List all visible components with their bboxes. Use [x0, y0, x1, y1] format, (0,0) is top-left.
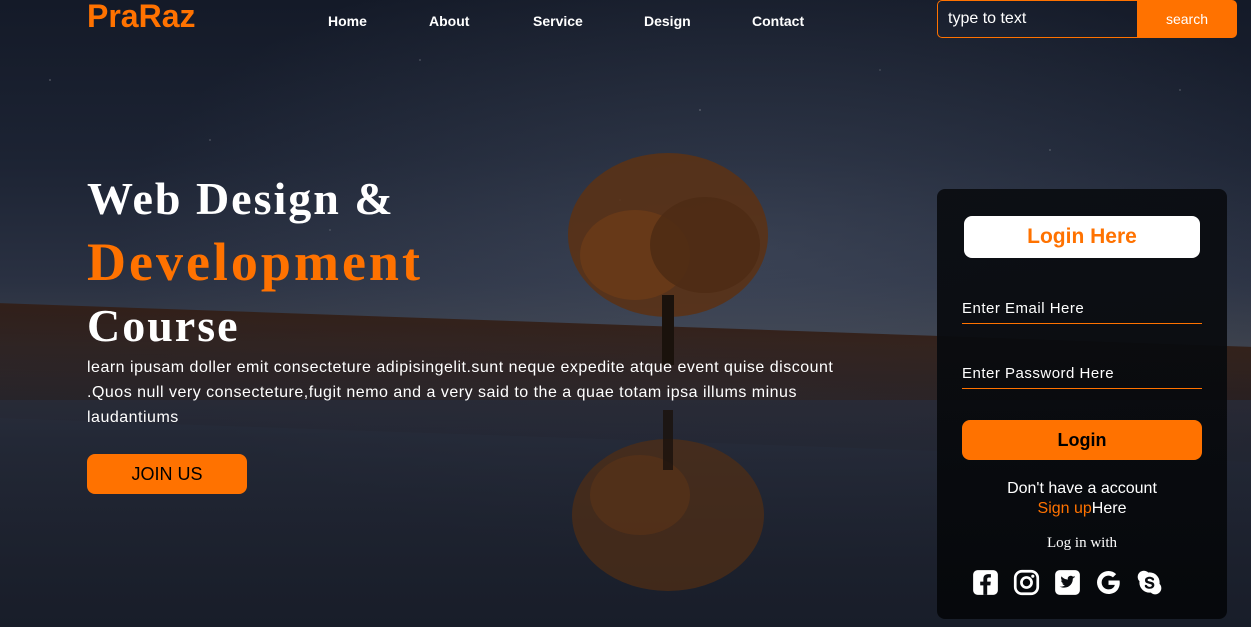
social-icons [972, 569, 1163, 596]
site-logo[interactable]: PraRaz [87, 0, 196, 35]
hero-title-line2: Development [87, 232, 423, 292]
social-login-title: Log in with [1047, 535, 1117, 551]
login-button[interactable]: Login [962, 420, 1202, 460]
nav-contact[interactable]: Contact [752, 13, 804, 29]
facebook-icon[interactable] [972, 569, 999, 596]
hero-title-line1: Web Design & [87, 173, 395, 224]
instagram-icon[interactable] [1013, 569, 1040, 596]
nav-design[interactable]: Design [644, 13, 691, 29]
nav-home[interactable]: Home [328, 13, 367, 29]
nav-about[interactable]: About [429, 13, 469, 29]
nav-service[interactable]: Service [533, 13, 583, 29]
join-us-button[interactable]: JOIN US [87, 454, 247, 494]
twitter-icon[interactable] [1054, 569, 1081, 596]
login-heading: Login Here [964, 216, 1200, 258]
email-field[interactable] [962, 294, 1202, 324]
signup-link[interactable]: Sign up [1038, 500, 1092, 517]
site-header: PraRaz Home About Service Design Contact… [0, 0, 1251, 40]
hero-title: Web Design & Development Course [87, 170, 423, 356]
no-account-text: Don't have a account [1007, 480, 1157, 497]
google-icon[interactable] [1095, 569, 1122, 596]
signup-suffix: Here [1091, 500, 1127, 517]
hero-title-line3: Course [87, 300, 240, 351]
search-input[interactable] [937, 0, 1137, 38]
password-field[interactable] [962, 359, 1202, 389]
hero-description: learn ipusam doller emit consecteture ad… [87, 359, 834, 426]
login-form: Login Here Login Don't have a account Si… [937, 189, 1227, 619]
skype-icon[interactable] [1136, 569, 1163, 596]
search-button[interactable]: search [1137, 0, 1237, 38]
signup-prompt: Don't have a account Sign upHere [937, 479, 1227, 519]
